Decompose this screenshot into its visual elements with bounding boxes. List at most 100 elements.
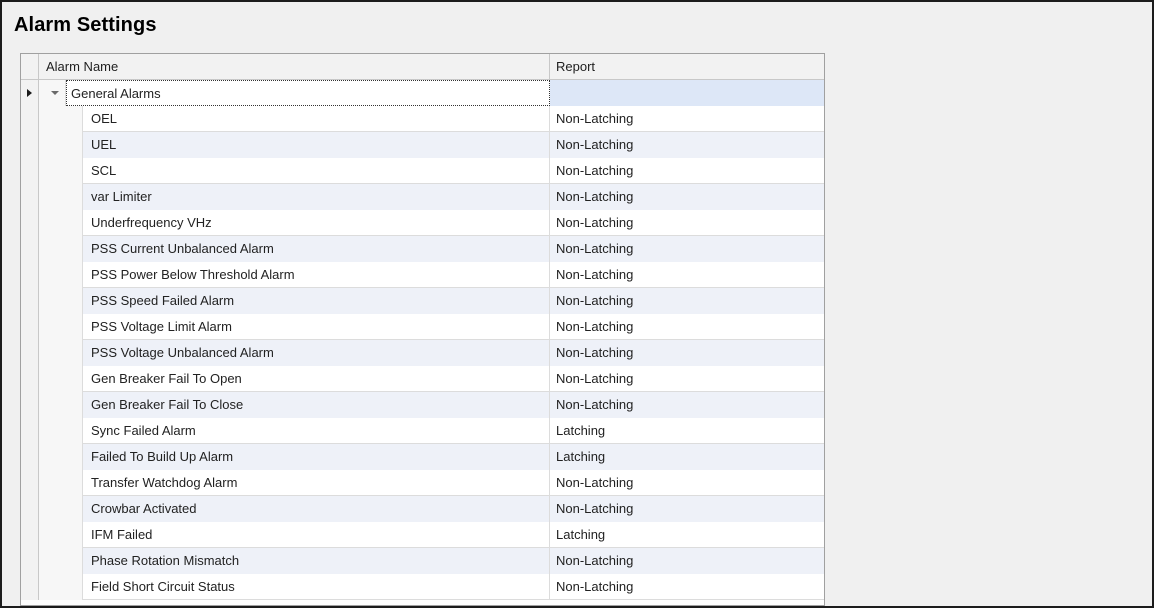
row-indent	[39, 314, 83, 340]
alarm-name-cell[interactable]: Phase Rotation Mismatch	[83, 548, 550, 574]
row-indicator-header	[21, 54, 39, 80]
row-indent	[39, 184, 83, 210]
row-indent	[39, 574, 83, 600]
report-cell[interactable]: Non-Latching	[550, 574, 824, 600]
alarm-name-cell[interactable]: Failed To Build Up Alarm	[83, 444, 550, 470]
table-row[interactable]: Sync Failed Alarm Latching	[21, 418, 824, 444]
alarm-name-cell[interactable]: Field Short Circuit Status	[83, 574, 550, 600]
table-row[interactable]: SCL Non-Latching	[21, 158, 824, 184]
row-indicator	[21, 418, 39, 444]
row-indent	[39, 366, 83, 392]
report-cell[interactable]: Latching	[550, 522, 824, 548]
report-cell[interactable]: Non-Latching	[550, 106, 824, 132]
alarm-name-cell[interactable]: Transfer Watchdog Alarm	[83, 470, 550, 496]
report-cell[interactable]: Non-Latching	[550, 548, 824, 574]
report-cell[interactable]: Latching	[550, 418, 824, 444]
table-row[interactable]: PSS Speed Failed Alarm Non-Latching	[21, 288, 824, 314]
table-row[interactable]: Gen Breaker Fail To Open Non-Latching	[21, 366, 824, 392]
table-row[interactable]: IFM Failed Latching	[21, 522, 824, 548]
report-cell[interactable]: Non-Latching	[550, 132, 824, 158]
row-indicator	[21, 444, 39, 470]
table-row[interactable]: PSS Current Unbalanced Alarm Non-Latching	[21, 236, 824, 262]
report-cell[interactable]: Non-Latching	[550, 184, 824, 210]
report-cell[interactable]: Non-Latching	[550, 366, 824, 392]
row-indent	[39, 262, 83, 288]
alarm-name-cell[interactable]: OEL	[83, 106, 550, 132]
table-row[interactable]: Transfer Watchdog Alarm Non-Latching	[21, 470, 824, 496]
alarm-name-cell[interactable]: SCL	[83, 158, 550, 184]
row-indent	[39, 340, 83, 366]
report-cell[interactable]: Non-Latching	[550, 210, 824, 236]
group-report-cell[interactable]	[550, 80, 824, 106]
row-indicator	[21, 522, 39, 548]
grid-rows: General Alarms OEL Non-Latching UEL Non-Lat…	[21, 80, 824, 600]
alarm-grid: Alarm Name Report General Alarms OEL Non-…	[20, 53, 825, 606]
report-cell[interactable]: Non-Latching	[550, 392, 824, 418]
row-indent	[39, 548, 83, 574]
alarm-name-cell[interactable]: PSS Voltage Limit Alarm	[83, 314, 550, 340]
row-indent	[39, 210, 83, 236]
row-indicator	[21, 340, 39, 366]
report-cell[interactable]: Latching	[550, 444, 824, 470]
report-cell[interactable]: Non-Latching	[550, 158, 824, 184]
row-pointer-icon	[27, 89, 32, 97]
alarm-name-cell[interactable]: Sync Failed Alarm	[83, 418, 550, 444]
table-row[interactable]: Phase Rotation Mismatch Non-Latching	[21, 548, 824, 574]
chevron-down-icon[interactable]	[51, 91, 59, 95]
page-title: Alarm Settings	[14, 14, 157, 36]
alarm-name-cell[interactable]: Gen Breaker Fail To Open	[83, 366, 550, 392]
report-cell[interactable]: Non-Latching	[550, 340, 824, 366]
report-cell[interactable]: Non-Latching	[550, 236, 824, 262]
grid-header: Alarm Name Report	[21, 54, 824, 80]
row-indent	[39, 106, 83, 132]
row-indicator	[21, 548, 39, 574]
row-indicator	[21, 106, 39, 132]
row-indent	[39, 392, 83, 418]
alarm-name-cell[interactable]: Gen Breaker Fail To Close	[83, 392, 550, 418]
row-indent	[39, 496, 83, 522]
table-row[interactable]: Crowbar Activated Non-Latching	[21, 496, 824, 522]
alarm-name-cell[interactable]: PSS Voltage Unbalanced Alarm	[83, 340, 550, 366]
row-indent	[39, 444, 83, 470]
alarm-name-cell[interactable]: Underfrequency VHz	[83, 210, 550, 236]
table-row[interactable]: PSS Voltage Limit Alarm Non-Latching	[21, 314, 824, 340]
row-indicator	[21, 392, 39, 418]
row-indicator	[21, 210, 39, 236]
row-indent	[39, 80, 66, 106]
report-cell[interactable]: Non-Latching	[550, 314, 824, 340]
alarm-name-cell[interactable]: PSS Current Unbalanced Alarm	[83, 236, 550, 262]
table-row[interactable]: PSS Voltage Unbalanced Alarm Non-Latching	[21, 340, 824, 366]
report-cell[interactable]: Non-Latching	[550, 496, 824, 522]
table-row[interactable]: Field Short Circuit Status Non-Latching	[21, 574, 824, 600]
row-indicator	[21, 366, 39, 392]
report-cell[interactable]: Non-Latching	[550, 262, 824, 288]
row-indent	[39, 470, 83, 496]
table-row[interactable]: OEL Non-Latching	[21, 106, 824, 132]
alarm-name-cell[interactable]: Crowbar Activated	[83, 496, 550, 522]
alarm-name-cell[interactable]: UEL	[83, 132, 550, 158]
row-indicator	[21, 158, 39, 184]
group-row-general-alarms[interactable]: General Alarms	[21, 80, 824, 106]
table-row[interactable]: Gen Breaker Fail To Close Non-Latching	[21, 392, 824, 418]
row-indent	[39, 158, 83, 184]
alarm-name-cell[interactable]: var Limiter	[83, 184, 550, 210]
table-row[interactable]: var Limiter Non-Latching	[21, 184, 824, 210]
table-row[interactable]: Failed To Build Up Alarm Latching	[21, 444, 824, 470]
row-indicator	[21, 132, 39, 158]
row-indicator	[21, 80, 39, 106]
table-row[interactable]: PSS Power Below Threshold Alarm Non-Latch…	[21, 262, 824, 288]
alarm-settings-panel: Alarm Settings Alarm Name Report General…	[0, 0, 1154, 608]
column-header-alarm-name[interactable]: Alarm Name	[39, 54, 550, 80]
alarm-name-cell[interactable]: IFM Failed	[83, 522, 550, 548]
alarm-name-cell[interactable]: PSS Speed Failed Alarm	[83, 288, 550, 314]
group-label[interactable]: General Alarms	[66, 80, 550, 106]
alarm-name-cell[interactable]: PSS Power Below Threshold Alarm	[83, 262, 550, 288]
table-row[interactable]: UEL Non-Latching	[21, 132, 824, 158]
report-cell[interactable]: Non-Latching	[550, 470, 824, 496]
column-header-report[interactable]: Report	[550, 54, 824, 80]
report-cell[interactable]: Non-Latching	[550, 288, 824, 314]
row-indicator	[21, 470, 39, 496]
row-indent	[39, 522, 83, 548]
row-indicator	[21, 262, 39, 288]
table-row[interactable]: Underfrequency VHz Non-Latching	[21, 210, 824, 236]
